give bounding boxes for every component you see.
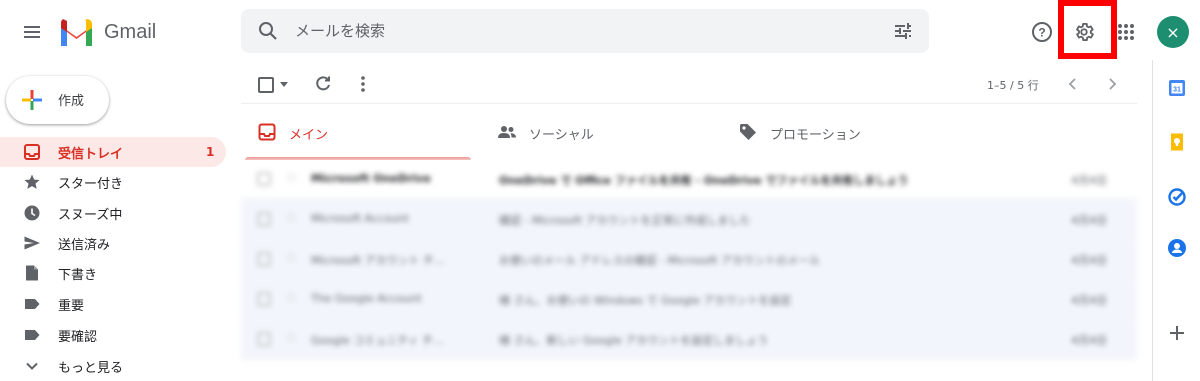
search-icon[interactable] [257,20,279,42]
avatar-glyph: × [1166,22,1180,42]
star-icon[interactable]: ☆ [285,210,298,226]
chevron-down-icon [23,357,41,375]
email-row[interactable]: ☆ Microsoft Account 確認 - Microsoft アカウント… [241,200,1137,239]
inbox-icon [23,143,41,161]
email-subject: 様 さん、新しい Google アカウントを設定しましょう [499,334,769,347]
star-icon[interactable]: ☆ [285,290,298,306]
email-subject: 様 さん、お使いの Windows で Google アカウントを設定 [499,294,792,307]
email-sender: The Google Account [311,292,422,305]
row-checkbox[interactable] [257,332,271,346]
email-date: 4月4日 [1071,174,1107,187]
draft-icon [23,264,41,282]
email-sender: Google コミュニティ チ… [311,334,445,347]
email-row[interactable]: ☆ Microsoft アカウント チ… お使いのメール アドレスの確認 - M… [241,240,1137,279]
help-icon: ? [1032,22,1052,42]
email-row[interactable]: ☆ The Google Account 様 さん、お使いの Windows で… [241,280,1137,319]
email-date: 4月4日 [1071,294,1107,307]
account-avatar[interactable]: × [1157,16,1189,48]
chevron-left-icon[interactable] [1063,74,1083,94]
search-bar[interactable] [241,9,929,53]
more-vert-icon[interactable] [353,74,373,94]
unread-count: 1 [206,145,215,159]
search-input[interactable] [295,9,855,53]
settings-highlight-box [1058,0,1117,59]
star-icon[interactable]: ☆ [285,330,298,346]
row-checkbox[interactable] [257,292,271,306]
tab-label: ソーシャル [529,128,594,143]
people-icon [498,126,516,138]
gmail-logo[interactable]: Gmail [58,16,156,48]
top-bar: Gmail ? × [0,0,1200,64]
sidebar-item-label: スター付き [58,176,124,192]
support-button[interactable]: ? [1026,16,1058,48]
email-date: 4月4日 [1071,254,1107,267]
sidebar-item-label: もっと見る [58,360,124,376]
label-icon [23,295,41,313]
compose-label: 作成 [58,94,85,109]
star-icon [23,173,41,191]
email-subject: お使いのメール アドレスの確認 - Microsoft アカウントのメール [499,254,821,267]
label-icon [23,326,41,344]
star-icon[interactable]: ☆ [285,250,298,266]
inbox-icon [258,123,276,141]
keep-icon[interactable] [1167,132,1187,152]
google-apps-button[interactable] [1110,16,1142,48]
email-date: 4月4日 [1071,214,1107,227]
pagination-text: 1–5 / 5 行 [987,79,1039,92]
send-icon [23,234,41,252]
tab-promotions[interactable]: プロモーション [722,104,952,160]
plus-icon [22,90,42,110]
email-row[interactable]: ☆ Microsoft OneDrive OneDrive で Office フ… [241,160,1137,199]
sidebar-item-label: 受信トレイ [58,146,124,162]
email-subject: OneDrive で Office ファイルを共有 - OneDrive でファ… [499,174,909,187]
search-options-icon[interactable] [893,21,913,41]
main-menu-button[interactable] [16,16,48,48]
sidebar-item-label: 要確認 [58,329,98,345]
refresh-icon[interactable] [313,74,333,94]
sidebar-item-label: 重要 [58,298,85,314]
select-all-checkbox[interactable] [258,77,274,93]
select-menu-caret-icon[interactable] [280,82,288,87]
apps-grid-icon [1118,24,1134,40]
email-row[interactable]: ☆ Google コミュニティ チ… 様 さん、新しい Google アカウント… [241,320,1137,359]
sidebar-item-label: 下書き [58,267,98,283]
chevron-right-icon[interactable] [1102,74,1122,94]
sidebar-item-label: 送信済み [58,237,111,253]
email-date: 4月4日 [1071,334,1107,347]
star-icon[interactable]: ☆ [285,170,298,186]
row-checkbox[interactable] [257,212,271,226]
sidebar-item-inbox[interactable]: 受信トレイ 1 [0,137,226,167]
gmail-m-icon [61,19,92,46]
tab-social[interactable]: ソーシャル [481,104,711,160]
row-checkbox[interactable] [257,252,271,266]
tab-label: プロモーション [770,128,861,143]
side-panel: 31 [1152,60,1200,381]
tab-label: メイン [289,128,329,143]
svg-text:31: 31 [1173,87,1181,94]
email-subject: 確認 - Microsoft アカウントを正常に作成しました [499,214,751,227]
email-sender: Microsoft アカウント チ… [311,254,446,267]
compose-button[interactable]: 作成 [6,76,109,124]
mail-toolbar: 1–5 / 5 行 [241,64,1137,104]
calendar-icon[interactable]: 31 [1167,78,1187,98]
add-addon-icon[interactable] [1168,324,1186,342]
tasks-icon[interactable] [1167,187,1187,207]
row-checkbox[interactable] [257,172,271,186]
menu-icon [24,26,40,38]
email-sender: Microsoft Account [311,212,409,225]
email-sender: Microsoft OneDrive [311,172,431,185]
app-name: Gmail [104,20,157,43]
email-list: ☆ Microsoft OneDrive OneDrive で Office フ… [241,160,1137,381]
sidebar-item-label: スヌーズ中 [58,207,123,223]
tag-icon [740,124,756,140]
tab-primary[interactable]: メイン [241,104,471,160]
contacts-icon[interactable] [1167,238,1187,258]
svg-text:?: ? [1038,26,1045,40]
clock-icon [23,204,41,222]
